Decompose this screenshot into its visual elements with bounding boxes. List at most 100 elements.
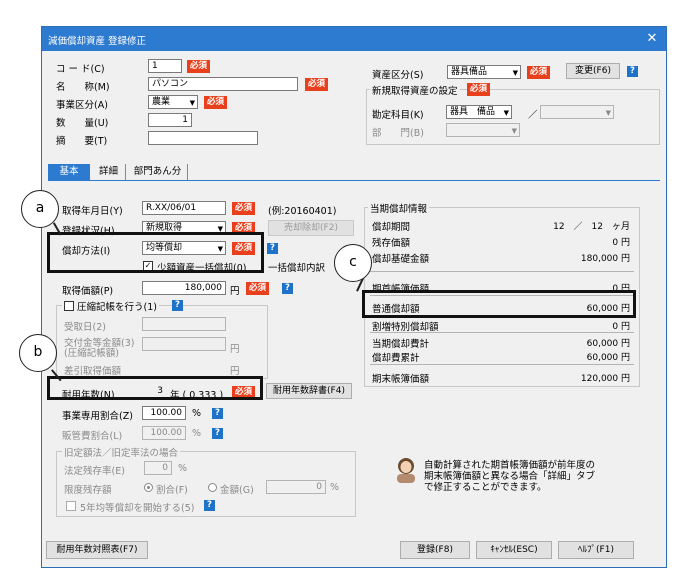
acq-date-required-badge: 必須 [232, 202, 256, 215]
division-select[interactable]: 農業 ▼ [148, 95, 198, 109]
business-ratio-unit: % [192, 408, 202, 419]
acq-date-input[interactable]: R.XX/06/01 [142, 201, 226, 215]
asset-class-required-badge: 必須 [527, 66, 551, 79]
tab-department-allocation[interactable]: 部門あん分 [128, 164, 188, 180]
code-label: コ ー ド(C) [56, 64, 105, 75]
cancel-button[interactable]: ｷｬﾝｾﾙ(ESC) [476, 541, 552, 559]
legal-rate-unit: % [178, 463, 188, 474]
callout-b-highlight [47, 376, 263, 400]
name-required-badge: 必須 [305, 78, 329, 91]
change-button[interactable]: 変更(F6) [566, 63, 620, 79]
tab-basic[interactable]: 基本 [48, 164, 90, 180]
code-input[interactable]: 1 [148, 59, 182, 73]
limit-value-input[interactable]: 0 [266, 480, 326, 494]
acq-price-unit: 円 [230, 286, 240, 297]
callout-a-highlight [47, 232, 264, 273]
chevron-down-icon: ▼ [511, 127, 517, 135]
depr-row-value: 60,000 円 [586, 353, 630, 363]
code-required-badge: 必須 [187, 60, 211, 73]
grant-sublabel: (圧縮記帳額) [64, 348, 119, 359]
division-required-badge: 必須 [204, 96, 228, 109]
after-price-unit: 円 [230, 366, 240, 377]
five-year-label: 5年均等償却を開始する(5) [80, 503, 195, 514]
department-select[interactable]: ▼ [446, 123, 520, 137]
depr-row-value: 120,000 円 [580, 374, 630, 384]
legal-rate-input[interactable]: 0 [144, 461, 172, 475]
new-acquisition-required-badge: 必須 [467, 83, 491, 96]
sell-dispose-button[interactable]: 売却除却(F2) [268, 220, 354, 236]
info-message-line3: で修正することができます。 [424, 482, 547, 493]
summary-label: 摘 要(T) [56, 136, 108, 147]
life-table-button[interactable]: 耐用年数対照表(F7) [46, 541, 148, 559]
callout-c-marker: c [334, 244, 372, 282]
depr-row-label: 割増特別償却額 [372, 322, 439, 333]
account-separator: ／ [528, 110, 538, 121]
business-ratio-input[interactable]: 100.00 [142, 406, 186, 420]
callout-b-marker: b [19, 334, 57, 372]
grant-input[interactable] [142, 337, 226, 351]
division-select-value: 農業 [152, 97, 171, 107]
close-icon[interactable]: ✕ [644, 31, 660, 47]
limit-amount-label: 金額(G) [220, 485, 254, 496]
callout-c-highlight [362, 290, 636, 318]
help-icon[interactable]: ? [267, 243, 278, 254]
help-icon[interactable]: ? [172, 300, 183, 311]
register-button[interactable]: 登録(F8) [400, 541, 470, 559]
depr-row-label: 残存価額 [372, 238, 411, 249]
account-select[interactable]: 器具 備品 ▼ [446, 105, 512, 119]
old-method-group-title: 旧定額法／旧定率法の場合 [62, 445, 181, 459]
title-bar: 減価償却資産 登録修正 ✕ [42, 27, 666, 51]
help-icon[interactable]: ? [282, 283, 293, 294]
business-ratio-label: 事業専用割合(Z) [62, 411, 133, 422]
depr-row-label: 当期償却費計 [372, 339, 430, 350]
five-year-checkbox[interactable] [66, 501, 76, 511]
lump-breakdown-label: 一括償却内訳 [268, 263, 326, 274]
chevron-down-icon: ▼ [189, 99, 195, 107]
account-value: 器具 備品 [450, 107, 496, 117]
department-label: 部 門(B) [372, 128, 424, 139]
new-acquisition-group-title: 新規取得資産の設定 [370, 83, 460, 97]
life-dictionary-button[interactable]: 耐用年数辞書(F4) [266, 383, 352, 399]
sales-ratio-unit: % [192, 428, 202, 439]
compression-label: 圧縮記帳を行う(1) [77, 302, 157, 313]
account-label: 勘定科目(K) [372, 110, 424, 121]
asset-class-select[interactable]: 器具備品 ▼ [447, 65, 521, 79]
limit-ratio-radio[interactable] [144, 483, 153, 492]
name-label: 名 称(M) [56, 82, 110, 93]
legal-rate-label: 法定残存率(E) [64, 466, 125, 477]
depr-row-label: 期末帳簿価額 [372, 374, 430, 385]
help-icon[interactable]: ? [627, 66, 638, 77]
compression-checkbox[interactable] [64, 301, 74, 311]
division-label: 事業区分(A) [56, 100, 108, 111]
divider [370, 332, 634, 333]
help-icon[interactable]: ? [212, 428, 223, 439]
quantity-input[interactable]: 1 [148, 113, 192, 127]
sales-ratio-label: 販管費割合(L) [62, 431, 123, 442]
acq-date-example: (例:20160401) [268, 206, 337, 217]
quantity-label: 数 量(U) [56, 118, 109, 129]
callout-a-marker: a [21, 190, 59, 228]
chevron-down-icon: ▼ [512, 69, 518, 77]
depr-row-value: 12 ／ 12 ヶ月 [553, 222, 630, 232]
divider [370, 271, 634, 272]
receipt-date-input[interactable] [142, 317, 226, 331]
help-button[interactable]: ﾍﾙﾌﾟ(F1) [558, 541, 634, 559]
depreciation-info-title: 当期償却情報 [368, 201, 430, 215]
limit-unit: % [330, 482, 340, 493]
limit-label: 限度残存額 [64, 485, 112, 496]
asset-class-label: 資産区分(S) [372, 70, 424, 81]
summary-input[interactable] [148, 131, 258, 145]
acq-price-input[interactable]: 180,000 [142, 281, 226, 295]
depr-row-value: 0 円 [612, 238, 630, 248]
name-input[interactable]: パソコン [148, 77, 298, 91]
help-icon[interactable]: ? [212, 408, 223, 419]
limit-ratio-label: 割合(F) [156, 485, 188, 496]
sub-account-select[interactable]: ▼ [540, 105, 614, 119]
depr-row-label: 償却期間 [372, 222, 411, 233]
limit-amount-radio[interactable] [208, 483, 217, 492]
tab-detail[interactable]: 詳細 [92, 164, 126, 180]
sales-ratio-input[interactable]: 100.00 [142, 426, 186, 440]
acq-date-label: 取得年月日(Y) [62, 206, 123, 217]
help-icon[interactable]: ? [204, 500, 215, 511]
advisor-avatar-icon [394, 457, 418, 483]
